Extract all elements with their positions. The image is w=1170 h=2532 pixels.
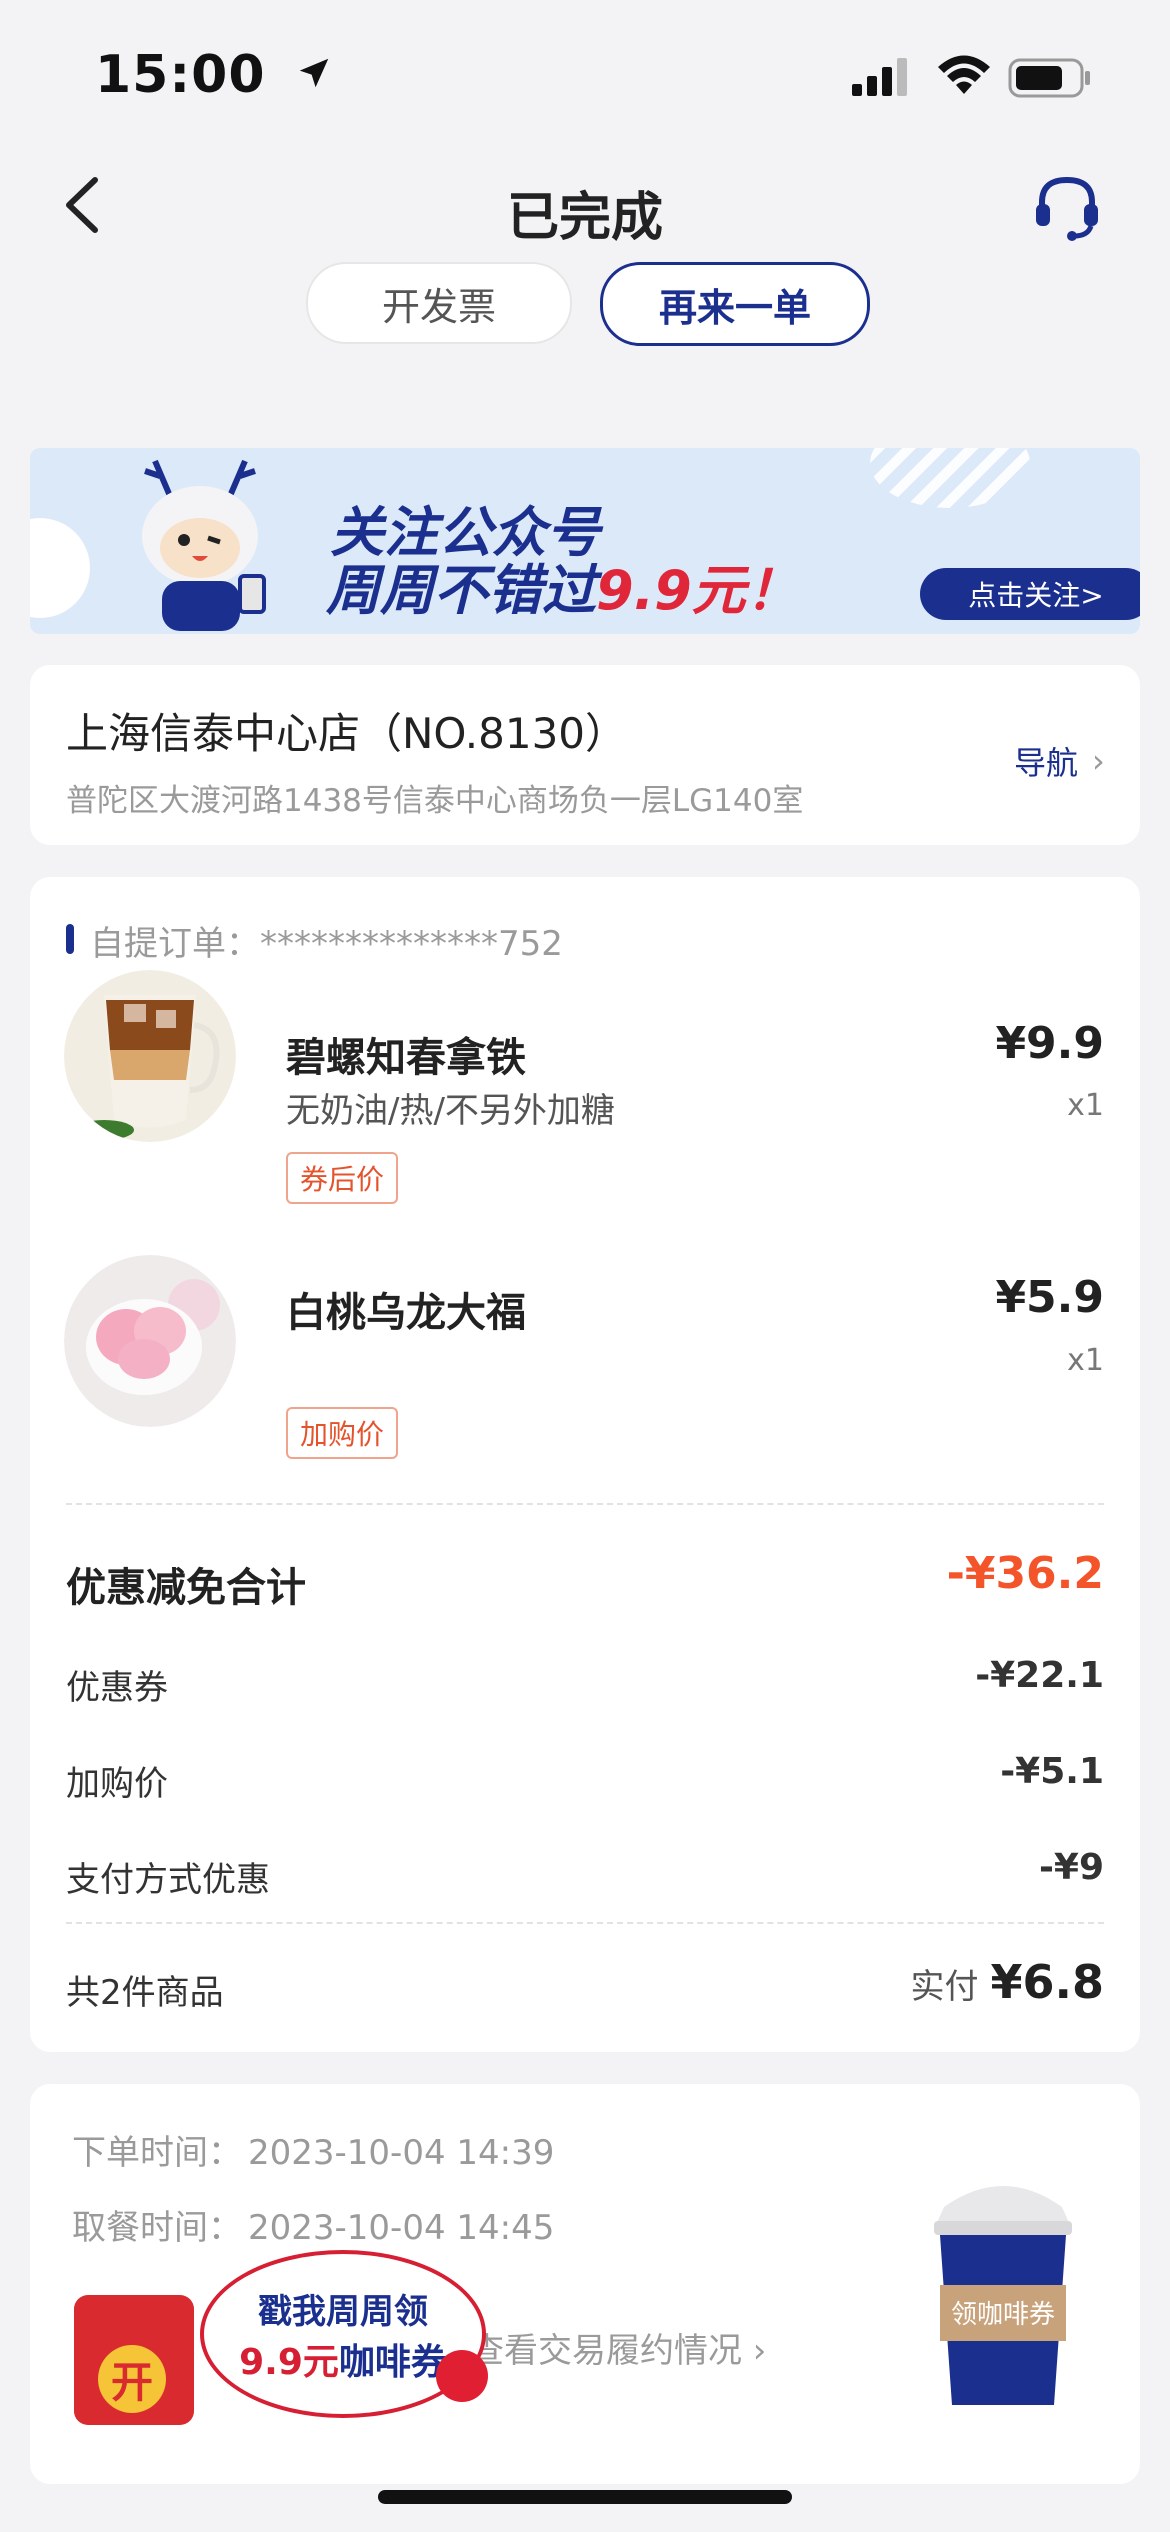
customer-service-headset-icon[interactable]	[1030, 170, 1104, 244]
discount-row-value: -¥5.1	[1000, 1751, 1104, 1792]
product-spec: 无奶油/热/不另外加糖	[286, 1091, 615, 1131]
product-quantity: x1	[1067, 1088, 1104, 1123]
battery-icon	[1008, 58, 1090, 98]
order-time: 下单时间： 2023-10-04 14:39	[72, 2133, 555, 2173]
divider	[66, 1922, 1104, 1924]
navigate-link[interactable]: 导航	[1014, 738, 1078, 784]
cup-label: 领咖啡券	[951, 2300, 1055, 2330]
discount-row-label: 支付方式优惠	[66, 1860, 270, 1900]
product-price: ¥5.9	[995, 1272, 1104, 1323]
location-arrow-icon	[299, 58, 328, 88]
discount-row-label: 加购价	[66, 1764, 168, 1804]
price-tag: 加购价	[286, 1407, 399, 1459]
trade-fulfillment-link[interactable]: 查看交易履约情况 ›	[470, 2323, 766, 2372]
latte-product-image	[64, 970, 236, 1142]
follow-official-account-banner[interactable]: 关注公众号 周周不错过9.9元！ 点击关注>	[30, 448, 1140, 634]
price-tag: 券后价	[286, 1152, 399, 1204]
decorative-circle	[30, 518, 90, 618]
reorder-button[interactable]: 再来一单	[600, 262, 870, 346]
store-address: 普陀区大渡河路1438号信泰中心商场负一层LG140室	[66, 783, 804, 819]
product-quantity: x1	[1067, 1343, 1104, 1378]
notification-dot	[436, 2350, 488, 2402]
pickup-time: 取餐时间： 2023-10-04 14:45	[72, 2208, 555, 2248]
discount-row-value: -¥9	[1038, 1847, 1104, 1888]
invoice-button[interactable]: 开发票	[306, 262, 572, 344]
page-title: 已完成	[506, 188, 663, 248]
discount-row-value: -¥22.1	[975, 1655, 1104, 1696]
discount-total-value: -¥36.2	[946, 1548, 1104, 1599]
cellular-signal-icon	[852, 58, 907, 96]
red-envelope-icon: 开	[74, 2295, 194, 2425]
home-indicator	[378, 2490, 792, 2504]
order-number: 自提订单：**************752	[90, 924, 563, 964]
weekly-coupon-float[interactable]: 开 戳我周周领 9.9元咖啡券	[70, 2250, 490, 2430]
discount-row-label: 优惠券	[66, 1668, 168, 1708]
paid-amount: 实付 ¥6.8	[910, 1955, 1105, 2009]
follow-button[interactable]: 点击关注>	[920, 568, 1140, 620]
chevron-right-icon[interactable]: ›	[1092, 742, 1105, 780]
banner-subtitle: 周周不错过9.9元！	[326, 559, 800, 622]
status-time: 15:00	[95, 45, 333, 105]
discount-total-label: 优惠减免合计	[66, 1565, 306, 1611]
deer-mascot-icon	[142, 459, 266, 631]
product-name: 白桃乌龙大福	[286, 1290, 526, 1336]
decorative-stripes	[870, 448, 1030, 508]
order-accent-bar	[66, 924, 74, 954]
wifi-icon	[938, 55, 990, 94]
coffee-cup-coupon-icon[interactable]: 领咖啡券	[930, 2165, 1076, 2410]
store-name: 上海信泰中心店（NO.8130）	[66, 709, 628, 758]
product-price: ¥9.9	[995, 1018, 1104, 1069]
divider	[66, 1503, 1104, 1505]
daifuku-product-image	[64, 1255, 236, 1427]
product-name: 碧螺知春拿铁	[286, 1035, 526, 1081]
item-count: 共2件商品	[66, 1973, 224, 2013]
